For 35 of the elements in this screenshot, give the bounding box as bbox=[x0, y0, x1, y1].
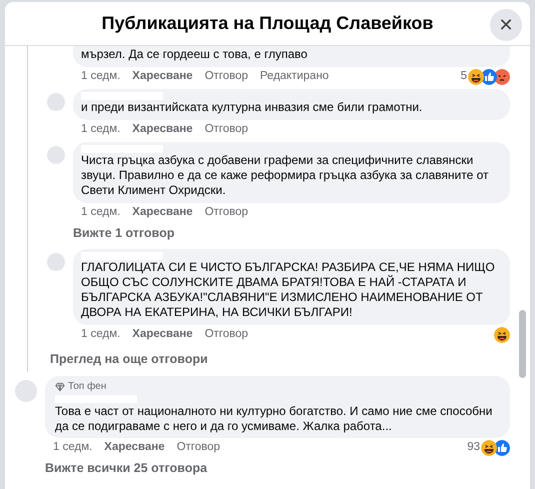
reply-link[interactable]: Отговор bbox=[204, 204, 248, 222]
like-link[interactable]: Харесване bbox=[132, 68, 193, 86]
comment-time[interactable]: 1 седм. bbox=[53, 439, 92, 457]
like-link[interactable]: Харесване bbox=[132, 121, 193, 139]
edited-label: Редактирано bbox=[260, 69, 329, 84]
view-replies-link[interactable]: Вижте 1 отговор bbox=[73, 224, 174, 243]
scrollbar-thumb[interactable] bbox=[519, 310, 526, 378]
like-link[interactable]: Харесване bbox=[132, 326, 193, 344]
comment-time[interactable]: 1 седм. bbox=[81, 121, 120, 139]
avatar[interactable] bbox=[47, 253, 65, 271]
comment-time[interactable]: 1 седм. bbox=[81, 326, 120, 344]
reaction-count[interactable]: 5 bbox=[460, 68, 467, 86]
comment-text: Това е част от националното ни културно богатство. И само ние сме способни да се подиграваме с него и да го усмиваме. Жалка работа... bbox=[55, 404, 494, 434]
reply-link[interactable]: Отговор bbox=[204, 326, 248, 344]
comment-text: мързел. Да се гордееш с това, е глупаво bbox=[81, 47, 308, 62]
avatar[interactable] bbox=[15, 380, 37, 402]
avatar[interactable] bbox=[47, 146, 65, 164]
comment-time[interactable]: 1 седм. bbox=[81, 204, 120, 222]
avatar[interactable] bbox=[47, 93, 65, 111]
more-replies-link[interactable]: Преглед на още отговори bbox=[50, 350, 208, 369]
reply-link[interactable]: Отговор bbox=[204, 68, 248, 86]
close-button[interactable]: ✕ bbox=[490, 9, 522, 41]
reply-link[interactable]: Отговор bbox=[204, 121, 248, 139]
comment-text: ГЛАГОЛИЦАТА СИ Е ЧИСТО БЪЛГАРСКА! РАЗБИРА СЕ,ЧЕ НЯМА НИЩО ОБЩО СЪС СОЛУНСКИТЕ ДВАМА БРАТЯ!ТОВА Е НАЙ -СТАРАТА И БЪЛГАРСКА АЗБУКА!"СЛАВЯНИ"Е ИЗМИСЛЕНО НАИМЕНОВАНИЕ ОТ ДВОРА НА ЕКАТЕРИНА, НА ВСИЧКИ БЪЛГАРИ! bbox=[81, 260, 496, 320]
like-link[interactable]: Харесване bbox=[132, 204, 193, 222]
top-fan-label: Топ фен bbox=[68, 380, 106, 394]
comment-text: Чиста гръцка азбука с добавени графеми за специфичните славянски звуци. Правилно е да се каже реформира гръцка азбука за славяните от Свети Климент Охридски. bbox=[81, 153, 490, 198]
reply-link[interactable]: Отговор bbox=[176, 439, 220, 457]
like-link[interactable]: Харесване bbox=[104, 439, 165, 457]
view-replies-link[interactable]: Вижте всички 25 отговора bbox=[45, 459, 208, 478]
comment-text: и преди византийската културна инвазия сме били грамотни. bbox=[81, 100, 424, 115]
reaction-count[interactable]: 93 bbox=[467, 439, 480, 457]
dialog-title: Публикацията на Площад Славейков bbox=[102, 12, 434, 35]
diamond-icon bbox=[55, 382, 65, 392]
comment-time[interactable]: 1 седм. bbox=[81, 68, 120, 86]
